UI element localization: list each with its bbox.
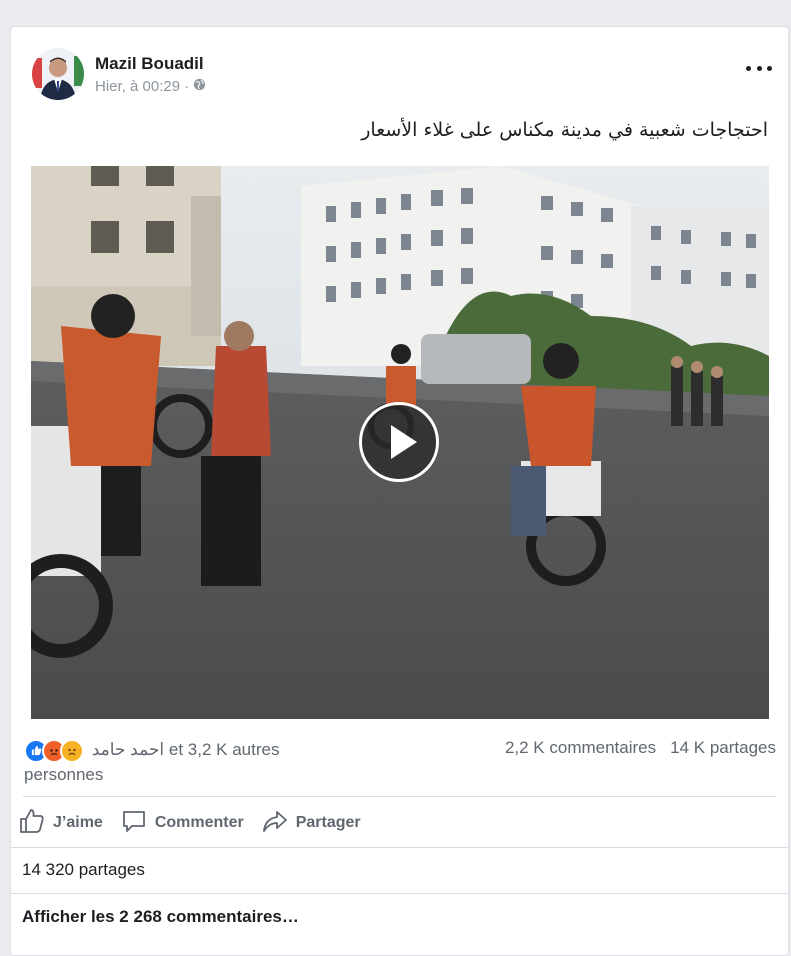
divider <box>11 893 788 894</box>
divider <box>11 847 788 848</box>
reactions-summary[interactable]: احمد حامد et 3,2 K autres personnes <box>24 738 314 786</box>
more-options-button[interactable] <box>746 61 772 75</box>
action-bar: J’aime Commenter Partager <box>19 808 361 838</box>
post-stats: 2,2 K commentaires 14 K partages <box>505 738 776 758</box>
comment-label: Commenter <box>154 814 244 831</box>
avatar[interactable] <box>32 48 84 100</box>
sad-icon <box>60 738 84 763</box>
post-meta: Hier, à 00:29 · <box>95 78 206 95</box>
post-card: Mazil Bouadil Hier, à 00:29 · احتجاجات ش… <box>10 26 789 956</box>
comment-icon <box>121 808 147 839</box>
divider <box>23 796 776 797</box>
shares-total[interactable]: 14 320 partages <box>22 860 145 880</box>
share-label: Partager <box>295 814 361 831</box>
dot <box>756 65 762 71</box>
comment-button[interactable]: Commenter <box>121 808 244 839</box>
share-button[interactable]: Partager <box>262 808 361 839</box>
post-time[interactable]: Hier, à 00:29 · <box>95 78 189 95</box>
thumbs-up-icon <box>19 808 45 839</box>
globe-icon <box>193 78 206 95</box>
play-icon <box>391 425 417 459</box>
video-player[interactable] <box>31 166 769 719</box>
comments-count[interactable]: 2,2 K commentaires <box>505 738 656 758</box>
author-name[interactable]: Mazil Bouadil <box>95 54 204 74</box>
shares-count[interactable]: 14 K partages <box>670 738 776 758</box>
dot <box>767 65 772 71</box>
view-comments-link[interactable]: Afficher les 2 268 commentaires… <box>22 907 299 927</box>
like-button[interactable]: J’aime <box>19 808 103 839</box>
like-label: J’aime <box>53 814 103 831</box>
reaction-icons <box>24 738 84 763</box>
dot <box>746 65 751 71</box>
post-text: احتجاجات شعبية في مدينة مكناس على غلاء ا… <box>361 119 768 141</box>
play-button[interactable] <box>359 402 439 482</box>
share-icon <box>262 808 288 839</box>
